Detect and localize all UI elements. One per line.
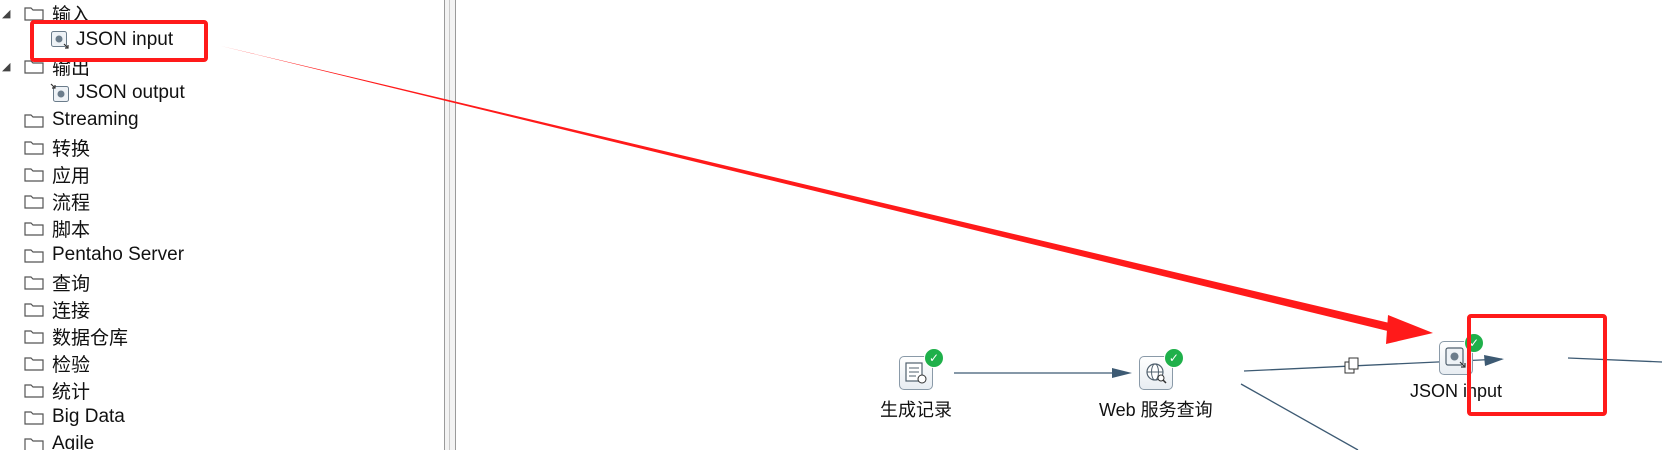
annotation-arrow (221, 46, 1433, 344)
